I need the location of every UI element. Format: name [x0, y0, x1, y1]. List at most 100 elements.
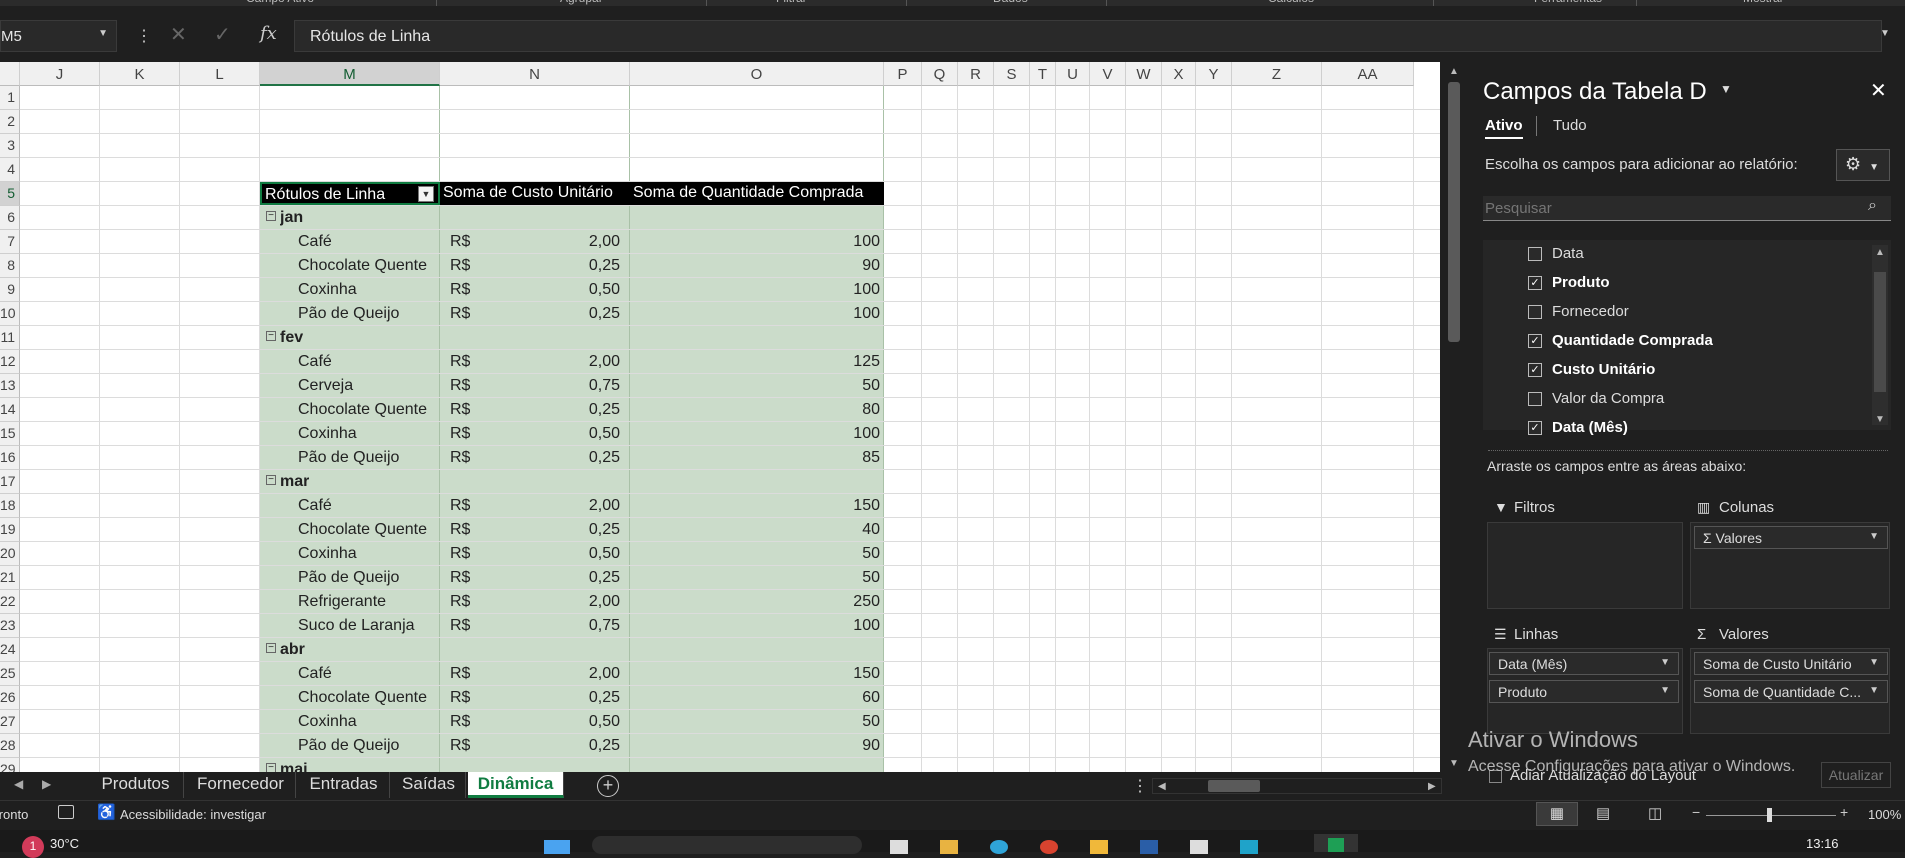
- row-header[interactable]: 22: [0, 590, 20, 614]
- field-checkbox[interactable]: ✓: [1528, 276, 1542, 290]
- row-header[interactable]: 4: [0, 158, 20, 182]
- column-header[interactable]: AA: [1322, 62, 1414, 86]
- pivot-cost-value[interactable]: 0,50: [560, 281, 620, 299]
- pivot-qty-value[interactable]: 100: [700, 425, 880, 443]
- zoom-slider-thumb[interactable]: [1767, 808, 1772, 822]
- pivot-cost-value[interactable]: 2,00: [560, 593, 620, 611]
- field-list-scroll-thumb[interactable]: [1874, 272, 1886, 392]
- pivot-group-label[interactable]: jan: [280, 209, 303, 227]
- field-name[interactable]: Data (Mês): [1552, 419, 1628, 436]
- tab-all[interactable]: Tudo: [1553, 117, 1587, 134]
- row-header[interactable]: 20: [0, 542, 20, 566]
- add-sheet-icon[interactable]: +: [597, 775, 619, 797]
- column-header[interactable]: U: [1056, 62, 1090, 86]
- row-header[interactable]: 3: [0, 134, 20, 158]
- row-header[interactable]: 29: [0, 758, 20, 772]
- rows-item-data-mes[interactable]: Data (Mês) ▼: [1489, 652, 1679, 675]
- chevron-down-icon[interactable]: ▼: [1660, 685, 1670, 696]
- pivot-qty-value[interactable]: 85: [700, 449, 880, 467]
- next-sheet-icon[interactable]: ▶: [42, 777, 51, 791]
- pivot-row-label[interactable]: Refrigerante: [298, 593, 438, 611]
- row-header[interactable]: 27: [0, 710, 20, 734]
- pivot-group-label[interactable]: mai: [280, 761, 308, 772]
- pivot-qty-value[interactable]: 50: [700, 377, 880, 395]
- update-button[interactable]: Atualizar: [1821, 762, 1891, 788]
- notification-badge[interactable]: 1: [22, 836, 44, 858]
- pivot-header-cell[interactable]: Rótulos de Linha: [260, 182, 440, 205]
- panel-options-chevron-icon[interactable]: ▼: [1720, 82, 1732, 96]
- scroll-right-icon[interactable]: ▶: [1428, 781, 1436, 792]
- pivot-qty-value[interactable]: 250: [700, 593, 880, 611]
- pivot-cost-value[interactable]: 0,25: [560, 521, 620, 539]
- field-checkbox[interactable]: ✓: [1528, 421, 1542, 435]
- pivot-cost-value[interactable]: 0,25: [560, 737, 620, 755]
- column-header[interactable]: O: [630, 62, 884, 86]
- chevron-down-icon[interactable]: ▼: [98, 28, 108, 39]
- columns-item-values[interactable]: Σ Valores ▼: [1694, 526, 1888, 549]
- pivot-row-label[interactable]: Suco de Laranja: [298, 617, 438, 635]
- pivot-cost-value[interactable]: 2,00: [560, 353, 620, 371]
- field-checkbox[interactable]: [1528, 247, 1542, 261]
- sheet-tab-fornecedor[interactable]: Fornecedor: [186, 772, 296, 798]
- pivot-qty-value[interactable]: 50: [700, 569, 880, 587]
- pivot-qty-value[interactable]: 60: [700, 689, 880, 707]
- row-header[interactable]: 11: [0, 326, 20, 350]
- values-item-custo[interactable]: Soma de Custo Unitário ▼: [1694, 652, 1888, 675]
- row-header[interactable]: 13: [0, 374, 20, 398]
- pivot-row-label[interactable]: Pão de Queijo: [298, 305, 438, 323]
- pivot-group-label[interactable]: mar: [280, 473, 309, 491]
- splitter[interactable]: [1488, 450, 1888, 451]
- pivot-cost-value[interactable]: 2,00: [560, 665, 620, 683]
- field-name[interactable]: Produto: [1552, 274, 1610, 291]
- pivot-qty-value[interactable]: 40: [700, 521, 880, 539]
- pivot-row-label[interactable]: Chocolate Quente: [298, 521, 438, 539]
- spreadsheet-grid[interactable]: J K L M N O P Q R S T U V W X Y Z AA 1 2 3 4 5 6 7 8 9 10 11 12 13 14 15…: [0, 62, 1440, 772]
- column-header[interactable]: Q: [922, 62, 958, 86]
- pivot-row-label[interactable]: Chocolate Quente: [298, 257, 438, 275]
- pivot-row-label[interactable]: Café: [298, 233, 438, 251]
- pivot-qty-value[interactable]: 100: [700, 233, 880, 251]
- accessibility-icon[interactable]: ♿: [97, 803, 116, 821]
- pivot-qty-value[interactable]: 80: [700, 401, 880, 419]
- cancel-icon[interactable]: ✕: [170, 22, 187, 47]
- field-name[interactable]: Data: [1552, 245, 1584, 262]
- insert-function-icon[interactable]: fx: [260, 23, 277, 44]
- collapse-icon[interactable]: −: [266, 643, 276, 653]
- pivot-cost-value[interactable]: 0,50: [560, 713, 620, 731]
- chevron-down-icon[interactable]: ▼: [1660, 657, 1670, 668]
- pivot-row-label[interactable]: Chocolate Quente: [298, 689, 438, 707]
- field-checkbox[interactable]: ✓: [1528, 363, 1542, 377]
- row-header[interactable]: 23: [0, 614, 20, 638]
- column-header[interactable]: V: [1090, 62, 1126, 86]
- pivot-row-label[interactable]: Coxinha: [298, 545, 438, 563]
- pivot-row-label[interactable]: Pão de Queijo: [298, 737, 438, 755]
- pivot-qty-value[interactable]: 100: [700, 305, 880, 323]
- field-name[interactable]: Valor da Compra: [1552, 390, 1664, 407]
- scroll-left-icon[interactable]: ◀: [1158, 781, 1166, 792]
- sheet-tab-produtos[interactable]: Produtos: [88, 772, 184, 798]
- pivot-row-label[interactable]: Café: [298, 353, 438, 371]
- pivot-row-label[interactable]: Café: [298, 497, 438, 515]
- chevron-down-icon[interactable]: ▼: [1869, 685, 1879, 696]
- sheet-tab-entradas[interactable]: Entradas: [298, 772, 390, 798]
- zoom-level[interactable]: 100%: [1868, 807, 1901, 822]
- pivot-cost-value[interactable]: 0,25: [560, 449, 620, 467]
- values-item-quantidade[interactable]: Soma de Quantidade C... ▼: [1694, 680, 1888, 703]
- row-header[interactable]: 21: [0, 566, 20, 590]
- column-header[interactable]: X: [1162, 62, 1196, 86]
- pivot-qty-value[interactable]: 150: [700, 497, 880, 515]
- column-header[interactable]: W: [1126, 62, 1162, 86]
- taskbar-search[interactable]: [592, 836, 862, 854]
- sheet-tab-dinâmica[interactable]: Dinâmica: [468, 772, 564, 798]
- pivot-qty-value[interactable]: 90: [700, 257, 880, 275]
- vertical-scroll-thumb[interactable]: [1448, 82, 1460, 342]
- zoom-out-button[interactable]: −: [1692, 804, 1700, 820]
- pivot-row-label[interactable]: Pão de Queijo: [298, 449, 438, 467]
- row-header[interactable]: 10: [0, 302, 20, 326]
- sheet-tab-saídas[interactable]: Saídas: [392, 772, 466, 798]
- pivot-group-label[interactable]: abr: [280, 641, 305, 659]
- field-name[interactable]: Fornecedor: [1552, 303, 1629, 320]
- pivot-cost-value[interactable]: 0,25: [560, 689, 620, 707]
- row-header[interactable]: 18: [0, 494, 20, 518]
- zoom-in-button[interactable]: +: [1840, 804, 1848, 820]
